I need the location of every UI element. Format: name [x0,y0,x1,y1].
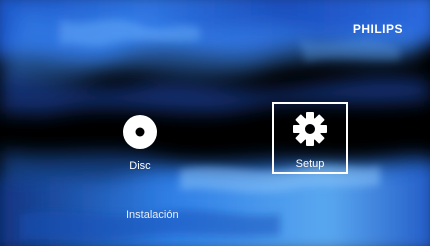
disc-icon [123,115,157,149]
disc-menu-item[interactable]: Disc [110,110,170,180]
disc-menu-label: Disc [129,160,151,172]
setup-menu-label: Setup [295,158,325,170]
home-menu-screen: PHILIPS Disc Setup Instalación [0,0,430,246]
selected-item-caption: Instalación [126,209,179,221]
philips-logo: PHILIPS [352,22,403,36]
setup-menu-item[interactable]: Setup [272,102,348,174]
gear-icon [293,112,327,146]
background-artwork [0,0,430,246]
